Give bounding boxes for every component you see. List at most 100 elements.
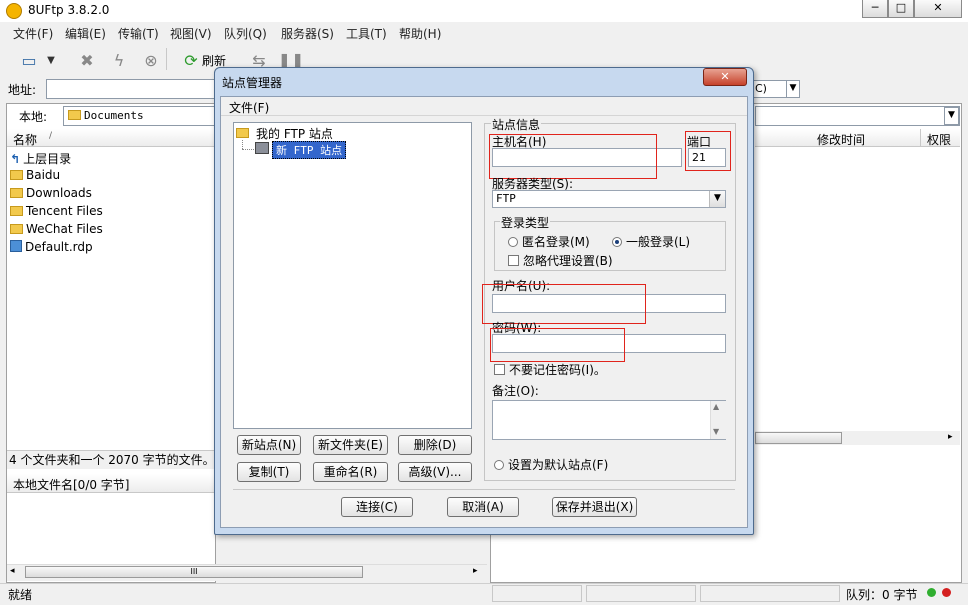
list-item[interactable]: Default.rdp (10, 240, 93, 258)
col-permission-header[interactable]: 权限 (927, 131, 951, 148)
dialog-divider (233, 489, 735, 490)
scroll-up-icon[interactable]: ▲ (713, 402, 719, 411)
anonymous-login-radio[interactable]: 匿名登录(M) (508, 233, 590, 250)
site-tree[interactable] (233, 122, 472, 429)
menu-queue[interactable]: 队列(Q) (224, 25, 267, 42)
site-info-title: 站点信息 (491, 116, 542, 133)
tree-line (242, 149, 254, 151)
list-item[interactable]: Tencent Files (10, 204, 103, 222)
folder-icon (10, 206, 23, 216)
up-folder-icon: ↰ (10, 152, 21, 166)
rdp-file-icon (10, 240, 22, 252)
remote-combo-arrow-icon[interactable]: ▼ (786, 80, 800, 98)
scroll-right-icon[interactable]: ▸ (473, 566, 478, 576)
menu-help[interactable]: 帮助(H) (399, 25, 441, 42)
new-site-button[interactable]: 新站点(N) (237, 435, 301, 455)
title-bar (0, 0, 968, 22)
scrollbar-thumb[interactable]: III (25, 566, 363, 578)
site-dropdown-icon[interactable]: ▼ (44, 49, 58, 71)
stop-icon[interactable]: ⊗ (140, 49, 162, 71)
rename-button[interactable]: 重命名(R) (313, 462, 388, 482)
quick-connect-icon[interactable]: ϟ (108, 49, 130, 71)
dialog-menu-file[interactable]: 文件(F) (229, 99, 269, 116)
radio-on-icon (612, 237, 622, 247)
remote-path-arrow-icon[interactable]: ▼ (944, 107, 959, 125)
disconnect-icon[interactable]: ✖ (76, 49, 98, 71)
dialog-close-button[interactable]: ✕ (703, 68, 747, 86)
tree-root-label[interactable]: 我的 FTP 站点 (256, 125, 333, 142)
local-path-input[interactable]: Documents (63, 106, 215, 126)
sort-indicator-icon: / (49, 131, 53, 141)
dialog-menubar (221, 97, 747, 116)
server-type-arrow-icon[interactable]: ▼ (709, 191, 725, 207)
close-button[interactable]: ✕ (914, 0, 962, 18)
site-computer-icon (255, 142, 269, 154)
new-folder-button[interactable]: 新文件夹(E) (313, 435, 388, 455)
highlight-box (489, 134, 657, 179)
copy-button[interactable]: 复制(T) (237, 462, 301, 482)
scroll-down-icon[interactable]: ▼ (713, 427, 719, 436)
menu-tools[interactable]: 工具(T) (346, 25, 387, 42)
cancel-button[interactable]: 取消(A) (447, 497, 519, 517)
menu-file[interactable]: 文件(F) (13, 25, 53, 42)
app-title: 8UFtp 3.8.2.0 (28, 3, 110, 17)
tree-site-label[interactable]: 新 FTP 站点 (272, 141, 347, 159)
list-item[interactable]: Downloads (10, 186, 92, 204)
note-textarea[interactable] (492, 400, 726, 440)
queue-status: 队列：0 字节 (846, 588, 918, 602)
menu-edit[interactable]: 编辑(E) (65, 25, 106, 42)
remote-scrollbar-thumb[interactable] (755, 432, 842, 444)
local-list-header (7, 129, 215, 147)
remote-combo[interactable]: C) (752, 80, 788, 98)
address-input[interactable] (46, 79, 216, 99)
folder-icon (68, 110, 81, 120)
menu-view[interactable]: 视图(V) (170, 25, 212, 42)
radio-off-icon (494, 460, 504, 470)
local-path-text: Documents (84, 109, 144, 122)
default-site-radio[interactable]: 设置为默认站点(F) (494, 456, 608, 473)
minimize-button[interactable]: ─ (862, 0, 888, 18)
connect-button[interactable]: 连接(C) (341, 497, 413, 517)
col-modified-header[interactable]: 修改时间 (817, 131, 865, 148)
status-red-icon (942, 588, 951, 597)
col-name-header[interactable]: 名称 (13, 131, 37, 148)
status-text: 就绪 (8, 588, 33, 602)
refresh-icon[interactable]: ⟳ (180, 49, 202, 71)
status-cell (700, 585, 840, 602)
normal-login-radio[interactable]: 一般登录(L) (612, 233, 690, 250)
menu-server[interactable]: 服务器(S) (281, 25, 334, 42)
highlight-box (685, 131, 731, 171)
list-item[interactable]: Baidu (10, 168, 60, 186)
column-divider (920, 129, 921, 147)
note-label: 备注(O): (492, 384, 539, 398)
site-manager-icon[interactable]: ▭ (18, 49, 40, 71)
server-type-select[interactable]: FTP (492, 190, 726, 208)
highlight-box (490, 328, 625, 362)
queue-header-label[interactable]: 本地文件名[0/0 字节] (13, 476, 130, 493)
list-item[interactable]: WeChat Files (10, 222, 103, 240)
save-exit-button[interactable]: 保存并退出(X) (552, 497, 637, 517)
folder-open-icon (236, 126, 252, 140)
maximize-button[interactable]: □ (888, 0, 914, 18)
checkbox-icon (494, 364, 505, 375)
menu-transfer[interactable]: 传输(T) (118, 25, 159, 42)
folder-icon (10, 170, 23, 180)
status-green-icon (927, 588, 936, 597)
status-cell (586, 585, 696, 602)
status-cell (492, 585, 582, 602)
scroll-left-icon[interactable]: ◂ (10, 566, 15, 576)
ignore-proxy-checkbox[interactable]: 忽略代理设置(B) (508, 252, 613, 269)
remote-scroll-right-icon[interactable]: ▸ (948, 432, 953, 442)
remote-path-input[interactable] (755, 106, 960, 126)
no-remember-password-checkbox[interactable]: 不要记住密码(I)。 (494, 361, 606, 378)
local-summary-text: 4 个文件夹和一个 2070 字节的文件。 (9, 453, 215, 467)
list-item[interactable]: ↰ 上层目录 (10, 150, 71, 168)
local-label: 本地: (19, 110, 48, 124)
toolbar-separator (166, 48, 167, 70)
advanced-button[interactable]: 高级(V)... (398, 462, 472, 482)
tree-line (242, 140, 244, 149)
delete-button[interactable]: 删除(D) (398, 435, 472, 455)
radio-off-icon (508, 237, 518, 247)
address-label: 地址: (8, 83, 37, 97)
dialog-title: 站点管理器 (222, 76, 283, 90)
